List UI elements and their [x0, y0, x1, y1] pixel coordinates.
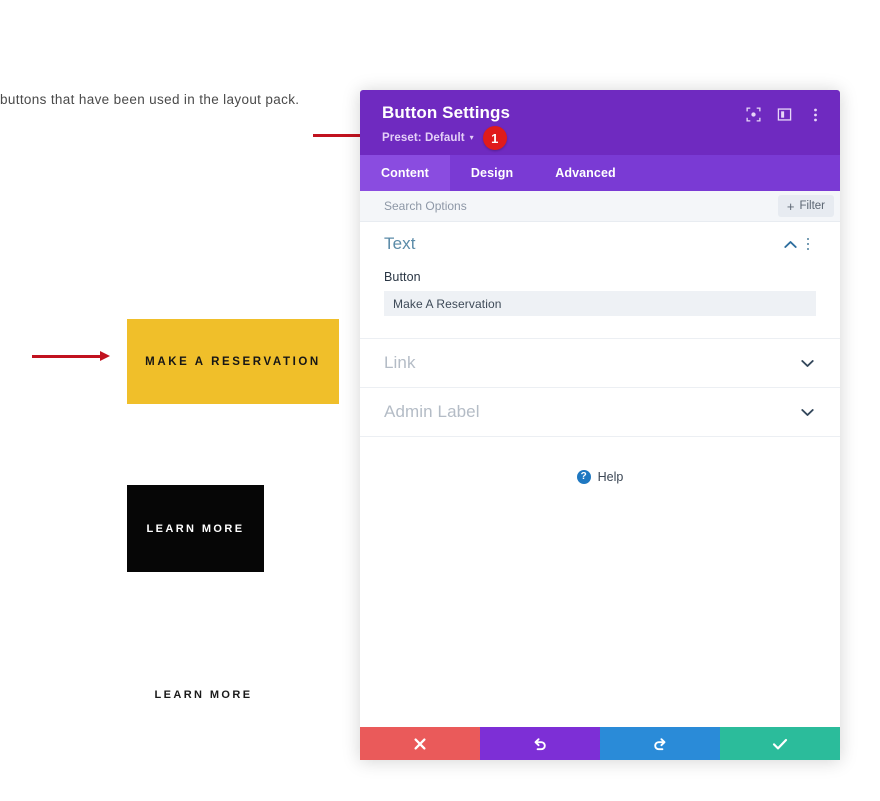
arrow-shaft — [32, 355, 101, 358]
chevron-down-icon[interactable]: ▾ — [470, 134, 474, 142]
section-text-header[interactable]: Text — [384, 222, 816, 266]
search-options-bar: + Filter — [360, 191, 840, 222]
preset-row: Preset: Default ▾ 1 — [382, 126, 818, 150]
filter-button-label: Filter — [799, 200, 825, 212]
preview-button-learn-more-filled[interactable]: LEARN MORE — [127, 485, 264, 572]
chevron-up-icon[interactable] — [780, 234, 800, 254]
section-text-more-options-icon[interactable] — [800, 235, 816, 253]
button-text-field-label: Button — [384, 270, 421, 284]
section-link-title: Link — [384, 353, 416, 372]
section-text: Text Button — [360, 222, 840, 339]
cancel-button[interactable] — [360, 727, 480, 760]
section-admin-label[interactable]: Admin Label — [360, 388, 840, 437]
preview-button-learn-more-plain[interactable]: LEARN MORE — [127, 684, 280, 706]
page-paragraph-text: buttons that have been used in the layou… — [0, 92, 300, 107]
section-text-title: Text — [384, 234, 416, 253]
button-settings-modal: Button Settings Preset: Default ▾ 1 Cont… — [360, 90, 840, 760]
button-text-input[interactable] — [384, 291, 816, 316]
help-row: ? Help — [360, 437, 840, 484]
annotation-arrow-to-reservation-button — [32, 351, 110, 361]
save-button[interactable] — [720, 727, 840, 760]
preview-button-label: LEARN MORE — [154, 689, 253, 701]
dot — [806, 247, 810, 251]
step-badge: 1 — [482, 126, 507, 150]
chevron-down-icon[interactable] — [798, 403, 816, 421]
preset-label[interactable]: Preset: Default — [382, 132, 465, 144]
preview-button-make-a-reservation[interactable]: MAKE A RESERVATION — [127, 319, 339, 404]
filter-button[interactable]: + Filter — [777, 195, 834, 217]
preview-button-label: LEARN MORE — [146, 522, 245, 535]
section-link[interactable]: Link — [360, 339, 840, 388]
help-question-icon[interactable]: ? — [576, 470, 591, 484]
fullscreen-icon[interactable] — [745, 106, 762, 123]
arrow-head — [100, 351, 110, 361]
screenshot-root: buttons that have been used in the layou… — [0, 0, 880, 801]
dot — [806, 237, 810, 241]
undo-button[interactable] — [480, 727, 600, 760]
tab-design[interactable]: Design — [450, 155, 534, 191]
arrow-shaft — [313, 134, 364, 137]
modal-header-icons — [745, 106, 824, 123]
modal-body: Text Button Link — [360, 222, 840, 727]
more-options-icon[interactable] — [807, 106, 824, 123]
search-input[interactable] — [384, 199, 778, 213]
chevron-down-icon[interactable] — [798, 354, 816, 372]
tab-advanced[interactable]: Advanced — [534, 155, 637, 191]
modal-tab-bar: Content Design Advanced — [360, 155, 840, 191]
section-admin-label-title: Admin Label — [384, 402, 480, 421]
modal-header: Button Settings Preset: Default ▾ 1 — [360, 90, 840, 155]
plus-icon: + — [786, 198, 795, 214]
layout-columns-icon[interactable] — [776, 106, 793, 123]
modal-footer-actions — [360, 727, 840, 760]
dot — [806, 242, 810, 246]
tab-content[interactable]: Content — [360, 155, 450, 191]
redo-button[interactable] — [600, 727, 720, 760]
preview-button-label: MAKE A RESERVATION — [145, 355, 321, 368]
help-label[interactable]: Help — [598, 470, 624, 484]
